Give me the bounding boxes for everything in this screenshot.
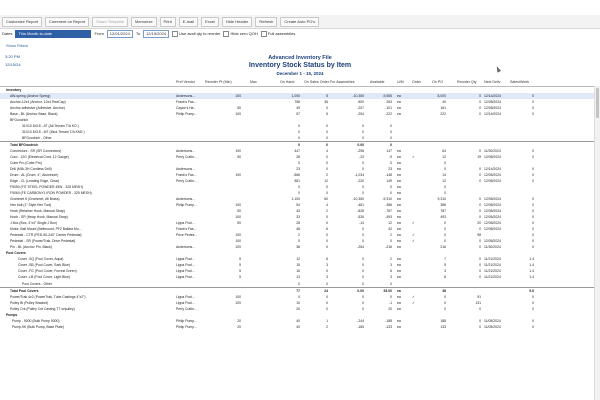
column-header[interactable]: On Sales Order xyxy=(304,80,329,84)
report-body: Inventory AW-spring (Anchor Spring) Anders… xyxy=(0,87,600,330)
scrollbar-thumb[interactable] xyxy=(596,88,599,118)
checkbox-icon xyxy=(223,30,230,37)
from-label: From xyxy=(94,31,104,36)
filter-bar: Dates This Month-to-date From 12/01/2024… xyxy=(0,29,600,38)
cell-sales-week: 0 xyxy=(532,324,534,329)
full-assemblies-checkbox[interactable]: Full assemblies xyxy=(260,30,296,37)
cell-on-po: 133 xyxy=(440,324,446,329)
column-header[interactable]: Next Deliv xyxy=(484,80,500,84)
column-headers: Pref Vendor Reorder Pt (Min) Max On Hand On … xyxy=(0,79,600,87)
show-filters-link[interactable]: Show Filters xyxy=(6,43,28,48)
company-name: Advanced Inventory File xyxy=(268,55,332,61)
toolbar-button-hide-header[interactable]: Hide Header xyxy=(221,16,253,27)
column-header[interactable]: Pref Vendor xyxy=(176,80,195,84)
vertical-scrollbar[interactable] xyxy=(594,86,600,400)
hide-zero-checkbox[interactable]: Hide zero QOH xyxy=(223,30,258,37)
cell-next-deliv: 11/05/2024 xyxy=(484,324,501,329)
toolbar-button-e-mail[interactable]: E-mail xyxy=(178,16,199,27)
toolbar-button-comment-on-report[interactable]: Comment on Report xyxy=(45,16,90,27)
column-header[interactable]: U/M xyxy=(397,80,404,84)
column-header[interactable]: On Hand xyxy=(280,80,294,84)
cell-on-sales-order: 2 xyxy=(326,324,328,329)
cell-u-m: ea xyxy=(397,324,401,329)
toolbar-button-share-template[interactable]: Share Template xyxy=(92,16,128,27)
column-header[interactable]: On PO xyxy=(432,80,443,84)
item-name: Pump-9K (Bulk Pump, Base Plate) xyxy=(12,324,65,329)
toolbar-button-print[interactable]: Print xyxy=(159,16,176,27)
toolbar-button-memorize[interactable]: Memorize xyxy=(130,16,157,27)
toolbar-button-refresh[interactable]: Refresh xyxy=(255,16,278,27)
column-header[interactable]: Order xyxy=(412,80,421,84)
report-toolbar: Customize Report Comment on Report Share T… xyxy=(0,15,600,29)
column-header[interactable]: Reorder Qty xyxy=(457,80,477,84)
column-header[interactable]: Sales/Week xyxy=(510,80,529,84)
use-avail-label: Use avail qty to reorder xyxy=(179,30,221,36)
cell-available: -133 xyxy=(385,324,392,329)
to-date-field[interactable]: 12/15/2024 xyxy=(143,29,170,38)
cell-pref-vendor: Philip Pump... xyxy=(176,324,197,329)
checkbox-icon xyxy=(172,30,179,37)
column-header[interactable]: Max xyxy=(250,80,257,84)
column-header[interactable]: For Assemblies xyxy=(330,80,355,84)
toolbar-button-excel[interactable]: Excel xyxy=(201,16,219,27)
total-row[interactable]: Total BFGoodrich 0 0 0.00 0 xyxy=(0,141,600,148)
report-date-range: December 1 - 15, 2024 xyxy=(276,71,324,76)
cell-on-hand: 40 xyxy=(296,324,300,329)
dates-dropdown[interactable]: This Month-to-date xyxy=(15,29,92,38)
table-row[interactable]: Pump-9K (Bulk Pump, Base Plate) Philip Pu… xyxy=(0,324,600,330)
toolbar-button-customize-report[interactable]: Customize Report xyxy=(2,16,43,27)
from-date-field[interactable]: 12/01/2024 xyxy=(106,29,133,38)
use-avail-checkbox[interactable]: Use avail qty to reorder xyxy=(172,30,221,37)
to-label: To xyxy=(135,31,141,36)
dates-label: Dates xyxy=(2,31,13,36)
full-assemblies-label: Full assemblies xyxy=(267,30,296,36)
checkbox-icon xyxy=(260,30,267,37)
toolbar-button-create-auto-po-s[interactable]: Create Auto PO's xyxy=(280,16,320,27)
cell-for-assemblies: -165 xyxy=(357,324,364,329)
hide-zero-label: Hide zero QOH xyxy=(230,30,258,36)
column-header[interactable]: Available xyxy=(370,80,385,84)
column-header[interactable]: Reorder Pt (Min) xyxy=(205,80,232,84)
report-title: Inventory Stock Status by Item xyxy=(248,62,352,69)
cell-reorder-pt-min: 20 xyxy=(237,324,241,329)
cell-reorder-qty: 0 xyxy=(479,324,481,329)
total-row[interactable]: Total Pool Covers 77 24 0.00 53.00 ea 38 5.6 xyxy=(0,286,600,294)
